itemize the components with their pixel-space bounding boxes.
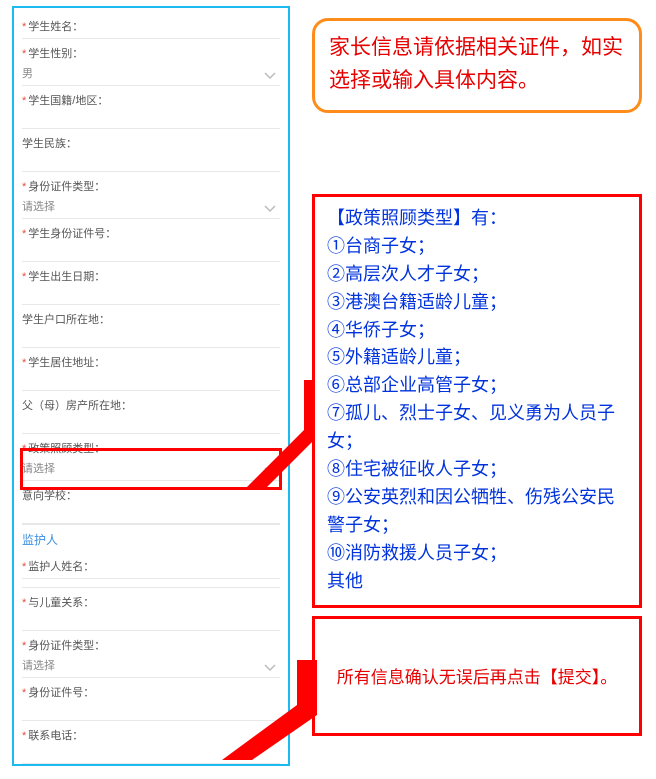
policy-type-item: ⑦孤儿、烈士子女、见义勇为人员子女； bbox=[327, 400, 629, 456]
field-ethnicity[interactable]: 学生民族： bbox=[22, 129, 280, 172]
label: 意向学校： bbox=[22, 490, 77, 502]
required-star: * bbox=[22, 228, 26, 240]
field-guardian-name[interactable]: *监护人姓名： bbox=[22, 552, 280, 579]
field-residence[interactable]: *学生居住地址： bbox=[22, 348, 280, 391]
policy-type-item: 其他 bbox=[327, 568, 629, 596]
label: 政策照顾类型： bbox=[28, 443, 105, 455]
field-hukou[interactable]: 学生户口所在地： bbox=[22, 305, 280, 348]
value bbox=[22, 370, 280, 386]
label: 学生身份证件号： bbox=[28, 228, 116, 240]
label: 学生国籍/地区： bbox=[28, 95, 108, 107]
required-star: * bbox=[22, 95, 26, 107]
placeholder: 请选择 bbox=[22, 194, 280, 214]
field-guardian-id-number[interactable]: *身份证件号： bbox=[22, 678, 280, 721]
label: 学生姓名： bbox=[28, 21, 83, 33]
label: 身份证件类型： bbox=[28, 181, 105, 193]
value: 男 bbox=[22, 61, 280, 81]
label: 身份证件类型： bbox=[28, 640, 105, 652]
label: 与儿童关系： bbox=[28, 597, 94, 609]
value bbox=[22, 327, 280, 343]
required-star: * bbox=[22, 48, 26, 60]
label: 学生民族： bbox=[22, 138, 77, 150]
label: 身份证件号： bbox=[28, 687, 94, 699]
callout-box-policy-types: 【政策照顾类型】有： ①台商子女； ②高层次人才子女； ③港澳台籍适龄儿童； ④… bbox=[312, 194, 642, 608]
placeholder: 请选择 bbox=[22, 653, 280, 673]
section-guardian-title: 监护人 bbox=[22, 524, 280, 552]
field-id-number[interactable]: *学生身份证件号： bbox=[22, 219, 280, 262]
policy-type-item: ①台商子女； bbox=[327, 233, 629, 261]
chevron-down-icon bbox=[264, 71, 276, 79]
label: 联系电话： bbox=[28, 730, 83, 742]
field-guardian-id-type[interactable]: *身份证件类型： 请选择 bbox=[22, 631, 280, 678]
field-guardian-address[interactable]: *居住地址： bbox=[22, 764, 280, 766]
policy-type-item: ④华侨子女； bbox=[327, 317, 629, 345]
required-star: * bbox=[22, 181, 26, 193]
field-policy-type[interactable]: *政策照顾类型： 请选择 bbox=[22, 434, 280, 481]
label: 父（母）房产所在地： bbox=[22, 400, 132, 412]
policy-type-item: ⑧住宅被征收人子女； bbox=[327, 456, 629, 484]
required-star: * bbox=[22, 21, 26, 33]
required-star: * bbox=[22, 443, 26, 455]
label: 学生户口所在地： bbox=[22, 314, 110, 326]
required-star: * bbox=[22, 561, 26, 573]
required-star: * bbox=[22, 597, 26, 609]
policy-type-item: ⑩消防救援人员子女； bbox=[327, 540, 629, 568]
value bbox=[22, 151, 280, 167]
field-student-gender[interactable]: *学生性别： 男 bbox=[22, 39, 280, 86]
required-star: * bbox=[22, 357, 26, 369]
value bbox=[22, 108, 280, 124]
field-property[interactable]: 父（母）房产所在地： bbox=[22, 391, 280, 434]
chevron-down-icon bbox=[264, 204, 276, 212]
callout-text: 所有信息确认无误后再点击【提交】。 bbox=[337, 668, 618, 687]
field-nationality[interactable]: *学生国籍/地区： bbox=[22, 86, 280, 129]
value bbox=[22, 503, 280, 519]
policy-types-title: 【政策照顾类型】有： bbox=[327, 205, 629, 233]
policy-type-item: ③港澳台籍适龄儿童； bbox=[327, 289, 629, 317]
field-relation[interactable]: *与儿童关系： bbox=[22, 587, 280, 631]
required-star: * bbox=[22, 730, 26, 742]
value bbox=[22, 284, 280, 300]
chevron-down-icon bbox=[264, 663, 276, 671]
chevron-down-icon bbox=[264, 466, 276, 474]
callout-text: 家长信息请依据相关证件，如实选择或输入具体内容。 bbox=[329, 35, 623, 92]
value bbox=[22, 700, 280, 716]
field-student-name[interactable]: *学生姓名： bbox=[22, 12, 280, 39]
policy-type-item: ⑨公安英烈和因公牺牲、伤残公安民警子女； bbox=[327, 484, 629, 540]
form-panel: *学生姓名： *学生性别： 男 *学生国籍/地区： 学生民族： *身份证件类型：… bbox=[12, 6, 290, 766]
placeholder: 请选择 bbox=[22, 456, 280, 476]
required-star: * bbox=[22, 640, 26, 652]
label: 学生出生日期： bbox=[28, 271, 105, 283]
required-star: * bbox=[22, 687, 26, 699]
policy-type-item: ⑤外籍适龄儿童； bbox=[327, 344, 629, 372]
callout-box-submit: 所有信息确认无误后再点击【提交】。 bbox=[312, 616, 642, 736]
label: 学生性别： bbox=[28, 48, 83, 60]
field-id-type[interactable]: *身份证件类型： 请选择 bbox=[22, 172, 280, 219]
label: 监护人姓名： bbox=[28, 561, 94, 573]
required-star: * bbox=[22, 271, 26, 283]
value bbox=[22, 610, 280, 626]
value bbox=[22, 413, 280, 429]
callout-box-parent-info: 家长信息请依据相关证件，如实选择或输入具体内容。 bbox=[312, 18, 642, 113]
policy-type-item: ②高层次人才子女； bbox=[327, 261, 629, 289]
label: 学生居住地址： bbox=[28, 357, 105, 369]
field-school[interactable]: 意向学校： bbox=[22, 481, 280, 524]
value bbox=[22, 241, 280, 257]
form-body: *学生姓名： *学生性别： 男 *学生国籍/地区： 学生民族： *身份证件类型：… bbox=[14, 8, 288, 766]
policy-type-item: ⑥总部企业高管子女； bbox=[327, 372, 629, 400]
field-birthdate[interactable]: *学生出生日期： bbox=[22, 262, 280, 305]
field-phone[interactable]: *联系电话： bbox=[22, 721, 280, 764]
value bbox=[22, 743, 280, 759]
